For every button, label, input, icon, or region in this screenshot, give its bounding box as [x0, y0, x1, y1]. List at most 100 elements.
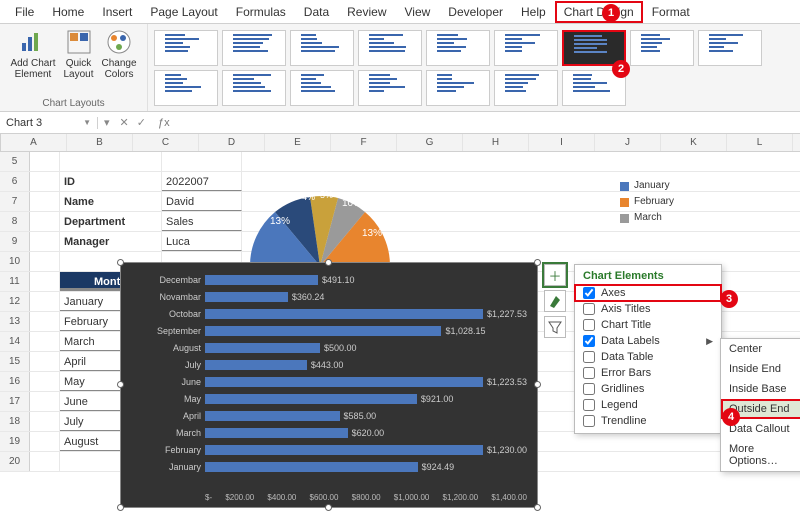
chart-element-checkbox[interactable]: [583, 415, 595, 427]
column-header[interactable]: D: [199, 134, 265, 151]
tab-home[interactable]: Home: [43, 1, 93, 23]
row-header[interactable]: 15: [0, 352, 30, 371]
chart-style-thumb[interactable]: [698, 30, 762, 66]
chart-style-thumb[interactable]: [358, 70, 422, 106]
info-label[interactable]: Manager: [60, 232, 162, 251]
bar-chart-object[interactable]: Decembar$491.10Novambar$360.24Octobar$1,…: [120, 262, 538, 508]
chart-element-checkbox[interactable]: [583, 351, 595, 363]
chart-element-option[interactable]: Chart Title: [575, 317, 721, 333]
row-header[interactable]: 19: [0, 432, 30, 451]
row-header[interactable]: 5: [0, 152, 30, 171]
row-header[interactable]: 8: [0, 212, 30, 231]
fx-enter-icon[interactable]: ✓: [133, 116, 150, 129]
add-chart-element-button[interactable]: Add ChartElement: [10, 28, 55, 80]
tab-format[interactable]: Format: [643, 1, 699, 23]
chart-style-thumb[interactable]: [426, 70, 490, 106]
chart-element-option[interactable]: Gridlines: [575, 381, 721, 397]
info-value[interactable]: 2022007: [162, 172, 242, 191]
info-value[interactable]: Sales: [162, 212, 242, 231]
chart-element-option[interactable]: Trendline: [575, 413, 721, 429]
row-header[interactable]: 20: [0, 452, 30, 471]
column-header[interactable]: J: [595, 134, 661, 151]
column-header[interactable]: L: [727, 134, 793, 151]
chart-style-thumb[interactable]: [154, 70, 218, 106]
column-header[interactable]: M: [793, 134, 800, 151]
row-header[interactable]: 16: [0, 372, 30, 391]
bar-row: April$585.00: [205, 407, 527, 424]
chart-element-checkbox[interactable]: [583, 303, 595, 315]
column-header[interactable]: F: [331, 134, 397, 151]
chart-style-thumb[interactable]: [222, 70, 286, 106]
chart-style-thumb[interactable]: [426, 30, 490, 66]
row-header[interactable]: 17: [0, 392, 30, 411]
submenu-item[interactable]: More Options…: [721, 439, 800, 471]
chart-element-option[interactable]: Legend: [575, 397, 721, 413]
chart-element-checkbox[interactable]: [583, 335, 595, 347]
tab-view[interactable]: View: [396, 1, 440, 23]
chart-style-thumb[interactable]: [494, 30, 558, 66]
change-colors-button[interactable]: ChangeColors: [102, 28, 137, 80]
tab-insert[interactable]: Insert: [93, 1, 141, 23]
chart-element-checkbox[interactable]: [583, 319, 595, 331]
submenu-item[interactable]: Center: [721, 339, 800, 359]
submenu-item[interactable]: Inside Base: [721, 379, 800, 399]
chart-element-option[interactable]: Axis Titles: [575, 301, 721, 317]
column-header[interactable]: B: [67, 134, 133, 151]
chart-element-option[interactable]: Data Table: [575, 349, 721, 365]
tab-help[interactable]: Help: [512, 1, 555, 23]
info-label[interactable]: Department: [60, 212, 162, 231]
column-header[interactable]: I: [529, 134, 595, 151]
chart-filters-button[interactable]: [544, 316, 566, 338]
quick-layout-button[interactable]: QuickLayout: [63, 28, 93, 80]
tab-review[interactable]: Review: [338, 1, 395, 23]
row-header[interactable]: 12: [0, 292, 30, 311]
submenu-item[interactable]: Inside End: [721, 359, 800, 379]
row-header[interactable]: 18: [0, 412, 30, 431]
chart-elements-button[interactable]: ＋: [544, 264, 566, 286]
row-header[interactable]: 10: [0, 252, 30, 271]
row-header[interactable]: 13: [0, 312, 30, 331]
fx-decrease-icon[interactable]: ▾: [98, 116, 116, 129]
chart-style-thumb[interactable]: [290, 30, 354, 66]
tab-data[interactable]: Data: [295, 1, 338, 23]
chart-styles-gallery[interactable]: [148, 24, 800, 111]
chart-style-thumb[interactable]: [494, 70, 558, 106]
column-header[interactable]: C: [133, 134, 199, 151]
column-header[interactable]: K: [661, 134, 727, 151]
chart-style-thumb[interactable]: [222, 30, 286, 66]
info-value[interactable]: David: [162, 192, 242, 211]
column-header[interactable]: E: [265, 134, 331, 151]
chart-element-checkbox[interactable]: [583, 383, 595, 395]
tab-formulas[interactable]: Formulas: [227, 1, 295, 23]
chart-style-thumb[interactable]: [290, 70, 354, 106]
tab-file[interactable]: File: [6, 1, 43, 23]
chart-element-checkbox[interactable]: [583, 399, 595, 411]
row-header[interactable]: 9: [0, 232, 30, 251]
chart-style-thumb[interactable]: [630, 30, 694, 66]
chart-style-thumb[interactable]: [358, 30, 422, 66]
column-header[interactable]: H: [463, 134, 529, 151]
chart-styles-button[interactable]: [544, 290, 566, 312]
row-header[interactable]: 7: [0, 192, 30, 211]
column-header[interactable]: G: [397, 134, 463, 151]
tab-page-layout[interactable]: Page Layout: [141, 1, 226, 23]
info-label[interactable]: ID: [60, 172, 162, 191]
tab-chart-design[interactable]: Chart Design: [555, 1, 643, 23]
column-header[interactable]: A: [1, 134, 67, 151]
chart-element-option[interactable]: Axes: [575, 285, 721, 301]
row-header[interactable]: 11: [0, 272, 30, 291]
chart-element-option[interactable]: Error Bars: [575, 365, 721, 381]
row-header[interactable]: 14: [0, 332, 30, 351]
chart-elements-panel: Chart Elements AxesAxis TitlesChart Titl…: [574, 264, 722, 434]
bar-category-label: June: [125, 377, 201, 387]
tab-developer[interactable]: Developer: [439, 1, 512, 23]
row-header[interactable]: 6: [0, 172, 30, 191]
info-value[interactable]: Luca: [162, 232, 242, 251]
fx-cancel-icon[interactable]: ✕: [116, 116, 133, 129]
info-label[interactable]: Name: [60, 192, 162, 211]
name-box[interactable]: Chart 3▼: [0, 117, 98, 129]
chart-element-checkbox[interactable]: [583, 367, 595, 379]
chart-element-option[interactable]: Data Labels▶: [575, 333, 721, 349]
chart-element-checkbox[interactable]: [583, 287, 595, 299]
chart-style-thumb[interactable]: [154, 30, 218, 66]
